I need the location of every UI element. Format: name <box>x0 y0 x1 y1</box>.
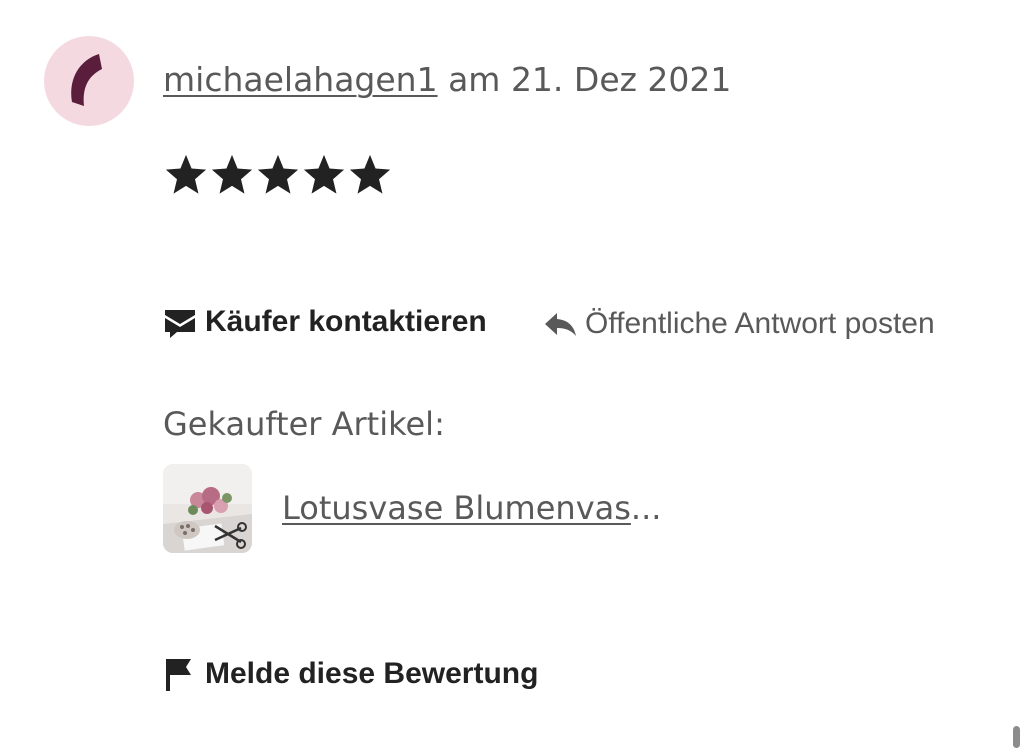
vase-photo-image <box>163 464 252 553</box>
contact-buyer-button[interactable]: Käufer kontaktieren <box>163 300 487 344</box>
star-icon <box>349 154 391 194</box>
purchased-item-title: Lotusvase Blumenvas <box>282 489 631 527</box>
star-icon <box>303 154 345 194</box>
flag-icon <box>166 659 191 691</box>
star-icon <box>165 154 207 194</box>
crescent-avatar-icon <box>71 54 102 106</box>
reviewer-avatar[interactable] <box>44 36 134 126</box>
purchased-item-label: Gekaufter Artikel: <box>163 405 445 443</box>
public-reply-label: Öffentliche Antwort posten <box>585 307 935 340</box>
star-icon <box>257 154 299 194</box>
contact-buyer-label: Käufer kontaktieren <box>205 305 487 338</box>
review-header: michaelahagen1 am 21. Dez 2021 <box>163 58 731 102</box>
review-actions: Käufer kontaktieren Öffentliche Antwort … <box>163 300 993 346</box>
report-review-button[interactable]: Melde diese Bewertung <box>163 652 538 696</box>
report-review-label: Melde diese Bewertung <box>205 657 539 690</box>
reviewer-username-link[interactable]: michaelahagen1 <box>163 60 438 99</box>
purchased-item-ellipsis: ... <box>630 489 662 527</box>
review-date: am 21. Dez 2021 <box>437 60 732 99</box>
purchased-item-thumbnail[interactable] <box>163 464 252 553</box>
reply-arrow-icon <box>545 313 576 336</box>
star-rating <box>163 152 393 198</box>
scrollbar-thumb[interactable] <box>1013 726 1020 748</box>
purchased-item-link[interactable]: Lotusvase Blumenvas... <box>282 486 661 530</box>
envelope-icon <box>165 310 195 338</box>
public-reply-button[interactable]: Öffentliche Antwort posten <box>543 302 935 346</box>
star-icon <box>211 154 253 194</box>
